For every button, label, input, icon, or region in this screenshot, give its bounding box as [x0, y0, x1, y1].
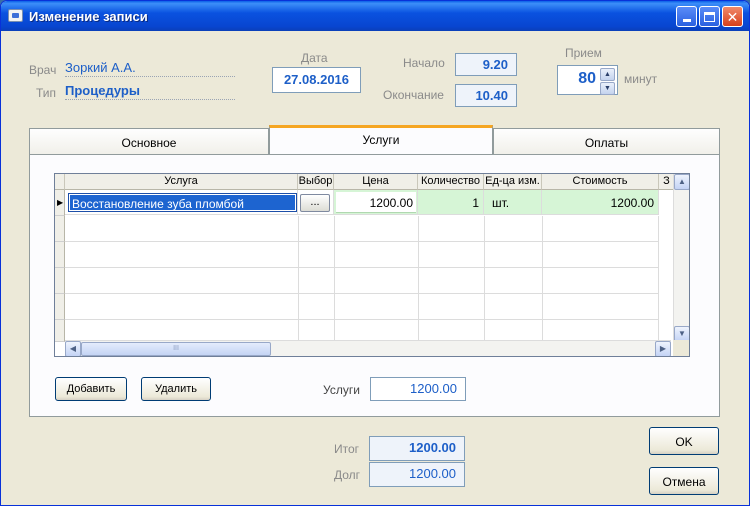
type-label: Тип: [36, 86, 57, 100]
row-indicator: [55, 294, 65, 320]
spin-up-arrow-icon[interactable]: ▲: [600, 68, 615, 81]
type-value[interactable]: Процедуры: [65, 83, 235, 100]
end-label: Окончание: [383, 88, 444, 102]
end-field: 10.40: [455, 84, 517, 107]
col-header-price[interactable]: Цена: [334, 174, 418, 190]
ok-button[interactable]: OK: [649, 427, 719, 455]
tab-services[interactable]: Услуги: [269, 125, 493, 154]
col-header-unit[interactable]: Ед-ца изм.: [484, 174, 542, 190]
scroll-corner: [673, 340, 689, 356]
row-pointer-icon: ▶: [55, 190, 65, 216]
services-total-field: 1200.00: [370, 377, 466, 401]
reception-value: 80: [578, 70, 596, 87]
row-indicator: [55, 320, 65, 342]
services-grid: Услуга Выбор Цена Количество Ед-ца изм. …: [54, 173, 690, 357]
cancel-button[interactable]: Отмена: [649, 467, 719, 495]
add-button[interactable]: Добавить: [55, 377, 127, 401]
edit-record-window: Изменение записи ✕ Врач Зоркий А.А. Тип …: [0, 0, 750, 506]
reception-label: Прием: [565, 46, 602, 60]
col-header-qty[interactable]: Количество: [418, 174, 484, 190]
choose-button[interactable]: ...: [300, 194, 330, 212]
scroll-left-icon[interactable]: ◀: [65, 341, 81, 356]
qty-cell[interactable]: 1: [418, 190, 484, 215]
service-cell[interactable]: Восстановление зуба пломбой: [68, 193, 297, 212]
debt-label: Долг: [334, 468, 361, 482]
scroll-up-icon[interactable]: ▲: [674, 174, 689, 190]
vertical-scrollbar[interactable]: ▲ ▼: [673, 174, 689, 356]
scroll-right-icon[interactable]: ▶: [655, 341, 671, 356]
row-indicator: [55, 216, 65, 242]
maximize-button[interactable]: [699, 6, 720, 27]
cost-cell: 1200.00: [542, 190, 659, 215]
total-field: 1200.00: [369, 436, 465, 461]
col-header-choose[interactable]: Выбор: [298, 174, 334, 190]
col-header-service[interactable]: Услуга: [65, 174, 298, 190]
minimize-icon: [682, 19, 691, 22]
start-label: Начало: [403, 56, 445, 70]
reception-spinner[interactable]: 80 ▲ ▼: [557, 65, 618, 95]
close-icon: ✕: [726, 8, 739, 25]
date-label: Дата: [301, 51, 328, 65]
delete-button[interactable]: Удалить: [141, 377, 211, 401]
doctor-label: Врач: [29, 63, 57, 77]
tab-payments[interactable]: Оплаты: [493, 128, 720, 154]
table-row[interactable]: Восстановление зуба пломбой: [65, 190, 298, 215]
horizontal-scrollbar[interactable]: ◀ III ▶: [65, 340, 671, 356]
minimize-button[interactable]: [676, 6, 697, 27]
choose-cell[interactable]: ...: [298, 190, 334, 215]
unit-cell[interactable]: шт.: [484, 190, 542, 215]
grid-corner: [55, 174, 65, 190]
scroll-thumb[interactable]: III: [81, 342, 271, 356]
doctor-value[interactable]: Зоркий А.А.: [65, 60, 235, 77]
row-indicator: [55, 268, 65, 294]
empty-rows: [65, 216, 659, 342]
start-field: 9.20: [455, 53, 517, 76]
close-button[interactable]: ✕: [722, 6, 743, 27]
row-indicator: [55, 242, 65, 268]
spin-down-arrow-icon[interactable]: ▼: [600, 82, 615, 95]
date-field[interactable]: 27.08.2016: [272, 67, 361, 93]
services-total-label: Услуги: [323, 383, 360, 397]
tab-main[interactable]: Основное: [29, 128, 269, 154]
maximize-icon: [704, 11, 715, 22]
services-tab-panel: Услуга Выбор Цена Количество Ед-ца изм. …: [29, 154, 720, 417]
app-icon: [8, 9, 23, 22]
dialog-body: Врач Зоркий А.А. Тип Процедуры Дата 27.0…: [4, 31, 747, 504]
price-value: 1200.00: [369, 196, 413, 210]
window-title: Изменение записи: [29, 9, 148, 24]
title-bar[interactable]: Изменение записи ✕: [1, 1, 749, 31]
minutes-label: минут: [624, 72, 658, 86]
price-cell[interactable]: 1200.00: [334, 190, 418, 215]
col-header-cost[interactable]: Стоимость: [542, 174, 659, 190]
debt-field: 1200.00: [369, 462, 465, 487]
total-label: Итог: [334, 442, 360, 456]
